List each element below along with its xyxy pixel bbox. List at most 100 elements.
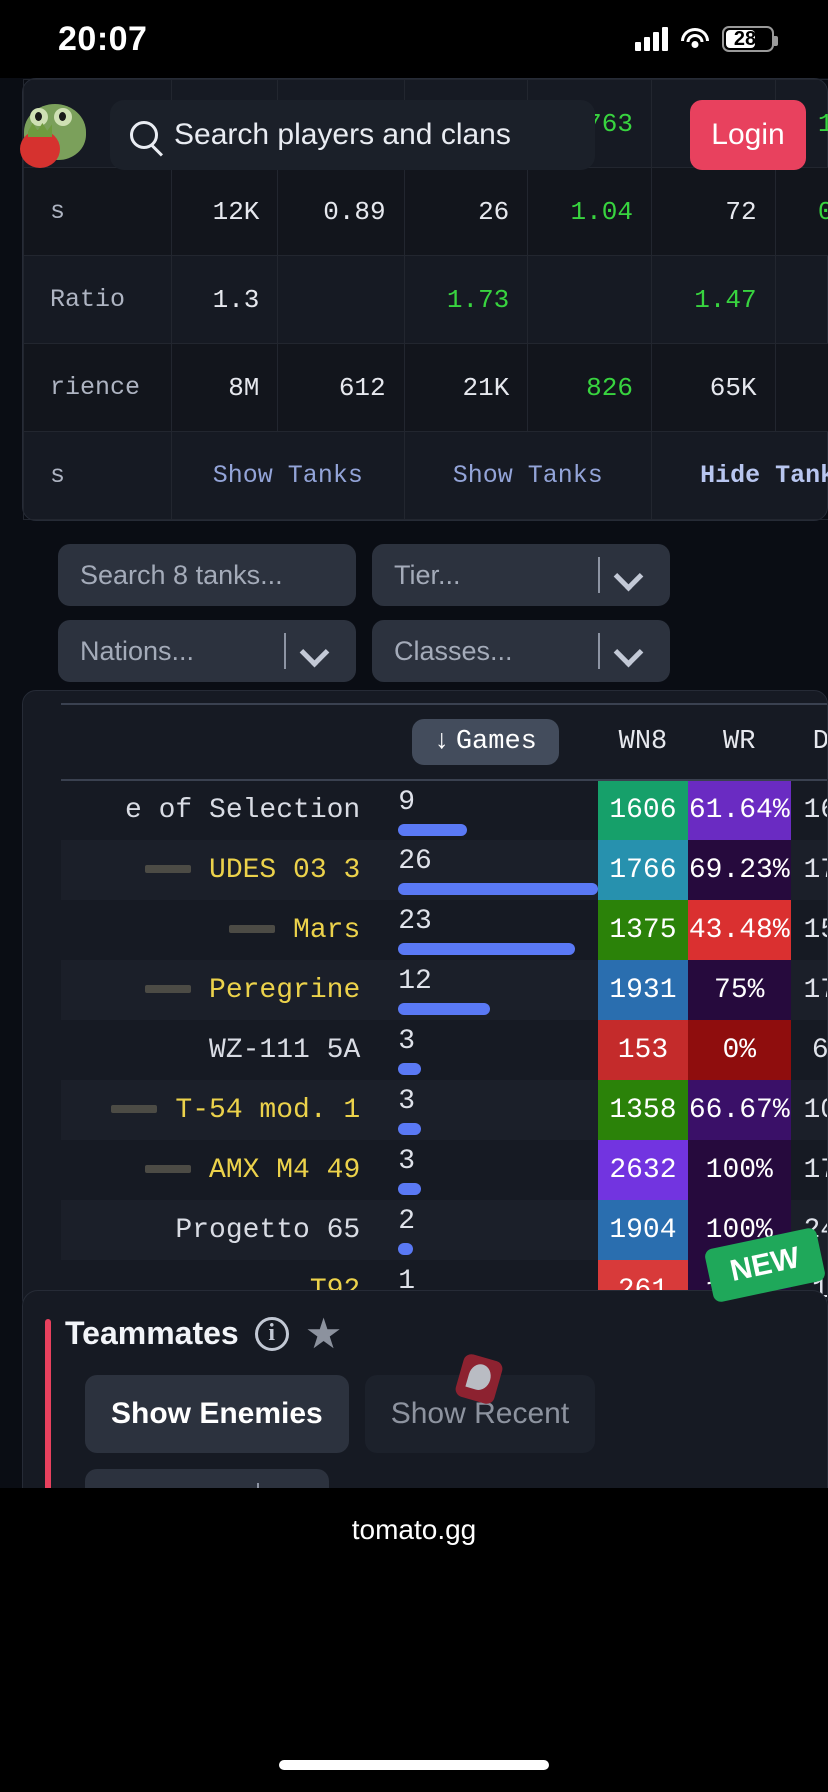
col-wn8[interactable]: WN8: [598, 703, 688, 781]
home-indicator[interactable]: [279, 1760, 549, 1770]
games-value: 9: [398, 786, 416, 818]
tank-name: UDES 03 3: [209, 854, 361, 886]
col-wr[interactable]: WR: [687, 703, 791, 781]
tier-placeholder: Tier...: [394, 559, 461, 590]
status-bar: 20:07 28: [0, 0, 828, 78]
info-icon[interactable]: i: [254, 1316, 289, 1351]
games-cell: 9: [372, 780, 598, 840]
games-bar: [398, 1183, 422, 1195]
games-bar: [398, 1123, 422, 1135]
wr-cell: 61.64%: [687, 780, 791, 840]
stat-cell: 65K: [650, 343, 776, 432]
tank-name-cell[interactable]: Peregrine: [61, 960, 373, 1020]
wr-cell: 100%: [687, 1140, 791, 1200]
tank-name: Progetto 65: [175, 1214, 361, 1246]
stat-cell: [527, 255, 652, 344]
col-games[interactable]: ↓ Games: [372, 703, 599, 781]
tomato-frog-logo[interactable]: [16, 94, 94, 174]
wn8-cell: 1606: [598, 780, 688, 840]
table-row[interactable]: T-54 mod. 13135866.67%10251.3: [61, 1080, 827, 1140]
tank-silhouette-icon: [111, 1225, 157, 1233]
games-cell: 23: [372, 900, 598, 960]
games-cell: 12: [372, 960, 599, 1020]
tank-name-cell[interactable]: UDES 03 3: [61, 840, 373, 900]
stat-cell: 886: [774, 343, 828, 432]
tank-name-cell[interactable]: AMX M4 49: [61, 1140, 372, 1200]
dpg-cell: 1615: [803, 795, 827, 826]
tank-name: Mars: [293, 914, 361, 946]
games-cell: 3: [372, 1140, 598, 1200]
page-content: ge 14M 1051 44K 1763 118K 1615 177K s 12…: [0, 78, 828, 1488]
wr-cell: 0%: [687, 1020, 791, 1080]
url-label[interactable]: tomato.gg: [0, 1514, 828, 1546]
search-input[interactable]: Search players and clans: [110, 100, 595, 170]
app-header: Search players and clans Login: [0, 86, 828, 182]
sort-pill-games[interactable]: ↓ Games: [411, 719, 559, 765]
tank-table-card: ↓ Games WN8 WR DPG Fra e of Selection 9 16…: [22, 690, 828, 1312]
game-mode-select[interactable]: Random: [85, 1469, 329, 1488]
games-bar: [398, 1243, 414, 1255]
games-value: 26: [398, 846, 432, 877]
table-row[interactable]: Peregrine12193175%17371: [61, 960, 827, 1020]
dpg-cell: 1734: [803, 1154, 827, 1186]
wn8-cell: 1375: [598, 900, 688, 960]
table-row[interactable]: e of Selection9160661.64%16150.9: [61, 780, 827, 840]
wn8-cell: 1358: [598, 1080, 688, 1140]
tank-table-scroll[interactable]: ↓ Games WN8 WR DPG Fra e of Selection 9 16…: [61, 703, 827, 1311]
wn8-cell: 2632: [598, 1140, 688, 1200]
tank-name-cell[interactable]: Progetto 65: [61, 1200, 373, 1260]
star-icon[interactable]: ★: [305, 1312, 343, 1354]
table-row: Ratio 1.3 1.73 1.47 1.48: [23, 255, 828, 344]
tank-name: Peregrine: [209, 974, 361, 1006]
classes-select[interactable]: Classes...: [372, 620, 670, 682]
hide-tanks-link[interactable]: Hide Tanks: [650, 431, 828, 520]
search-tanks-input[interactable]: Search 8 tanks...: [58, 544, 356, 606]
show-tanks-link-2[interactable]: Show Tanks: [403, 431, 652, 520]
tank-name-cell[interactable]: T-54 mod. 1: [61, 1080, 373, 1140]
row-label: s: [23, 431, 172, 520]
tank-silhouette-icon: [145, 865, 192, 874]
page-title: Teammates: [65, 1315, 239, 1351]
games-cell: 3: [372, 1080, 599, 1140]
sort-arrow-icon: ↓: [433, 727, 450, 757]
wr-cell: 66.67%: [687, 1080, 791, 1140]
wr-cell: 69.23%: [687, 840, 791, 900]
games-value: 3: [398, 1146, 416, 1177]
stat-cell: 1.3: [170, 255, 279, 344]
dpg-cell: 1025: [790, 1080, 827, 1140]
tank-toggle-row: s Show Tanks Show Tanks Hide Tanks Show: [23, 431, 828, 520]
table-row[interactable]: UDES 03 326176669.23%17731.7: [61, 840, 827, 900]
col-dpg[interactable]: DPG: [790, 703, 827, 781]
tank-silhouette-icon: [229, 925, 276, 934]
tank-name: WZ-111 5A: [209, 1034, 361, 1066]
nations-placeholder: Nations...: [80, 635, 195, 666]
table-row[interactable]: Mars23137543.48%15490.8: [61, 900, 827, 960]
table-row[interactable]: WZ-111 5A31530%6640: [61, 1020, 827, 1080]
show-enemies-button[interactable]: Show Enemies: [85, 1375, 349, 1453]
dpg-cell: 1737: [790, 960, 827, 1020]
games-bar: [398, 883, 599, 895]
table-row[interactable]: AMX M4 4932632100%17341.6: [61, 1140, 827, 1200]
tank-name-cell[interactable]: WZ-111 5A: [61, 1020, 372, 1080]
tank-silhouette-icon: [111, 1105, 158, 1114]
login-button[interactable]: Login: [690, 100, 806, 170]
wn8-cell: 1766: [598, 840, 688, 900]
table-row: rience 8M 612 21K 826 65K 886 91K: [23, 343, 828, 432]
tank-name-cell[interactable]: e of Selection: [61, 780, 372, 840]
wn8-cell: 153: [598, 1020, 688, 1080]
select-divider: [598, 557, 600, 593]
accent-bar: [45, 1319, 51, 1488]
tier-select[interactable]: Tier...: [372, 544, 670, 606]
nations-select[interactable]: Nations...: [58, 620, 356, 682]
select-divider: [284, 633, 286, 669]
show-tanks-link-1[interactable]: Show Tanks: [171, 431, 405, 520]
phone-screen: 20:07 28 ge 14M 1051 44K 1763: [0, 0, 828, 1792]
chevron-down-icon: [302, 638, 328, 664]
teammates-card: Teammates i ★ Show Enemies Show Recent R…: [22, 1290, 828, 1488]
battery-icon: 28: [722, 26, 778, 52]
tank-name-cell[interactable]: Mars: [61, 900, 372, 960]
tank-name: e of Selection: [125, 795, 361, 826]
row-label: Ratio: [23, 255, 172, 344]
dpg-cell: 1773: [790, 840, 827, 900]
teammates-header: Teammates i ★: [65, 1312, 343, 1354]
